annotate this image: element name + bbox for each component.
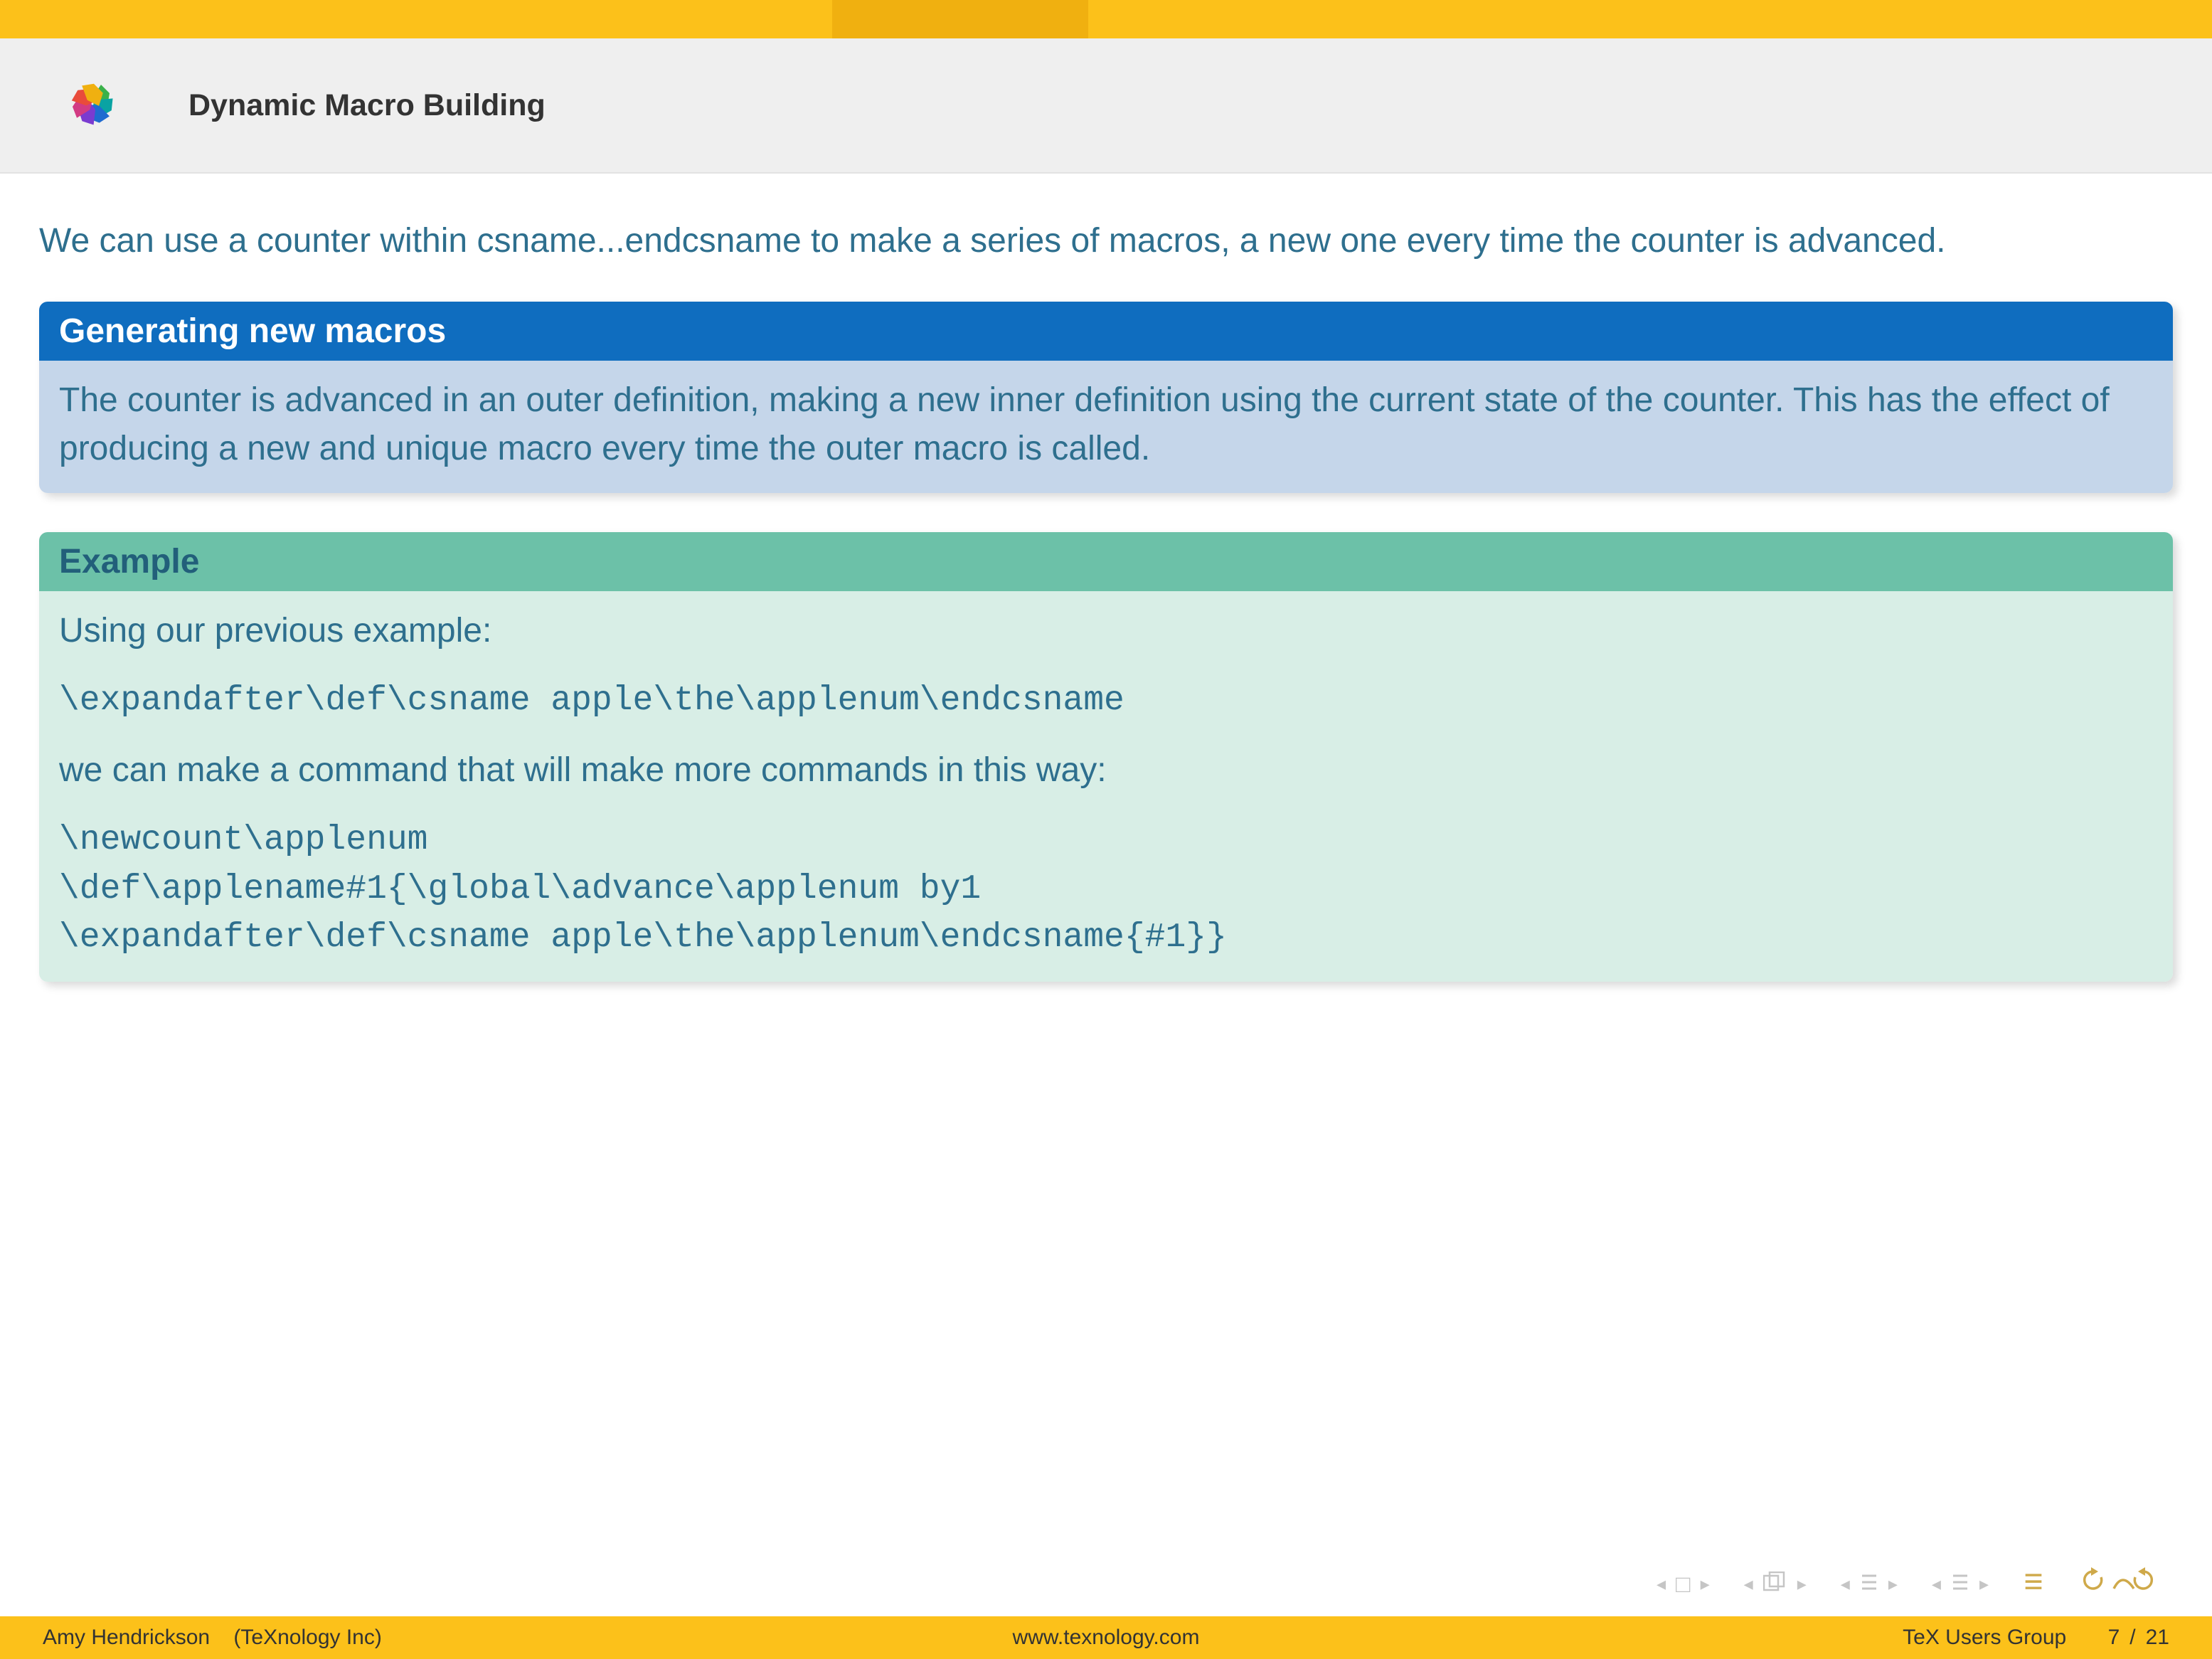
footer-right: TeX Users Group 7 / 21 (1903, 1626, 2169, 1650)
venue-name: TeX Users Group (1903, 1626, 2066, 1649)
example-line: Using our previous example: (59, 607, 2153, 655)
block-title: Example (39, 532, 2173, 591)
page-total: 21 (2146, 1626, 2169, 1650)
author-affiliation: (TeXnology Inc) (233, 1626, 381, 1649)
logo-icon (39, 51, 146, 161)
beamer-nav: ◂ □ ▸ ◂ ▸ ◂ ▸ ◂ ▸ (1657, 1564, 2157, 1604)
block-generating-macros: Generating new macros The counter is adv… (39, 302, 2173, 493)
example-line: we can make a command that will make mor… (59, 746, 2153, 795)
author-name: Amy Hendrickson (43, 1626, 210, 1649)
block-example: Example Using our previous example: \exp… (39, 532, 2173, 982)
block-body: Using our previous example: \expandafter… (39, 591, 2173, 982)
frames-icon (1763, 1571, 1787, 1597)
chevron-left-icon: ◂ (1744, 1573, 1753, 1595)
chevron-left-icon: ◂ (1657, 1573, 1666, 1595)
slide-content: We can use a counter within csname...end… (0, 174, 2212, 982)
chevron-left-icon: ◂ (1841, 1573, 1850, 1595)
chevron-right-icon: ▸ (1888, 1573, 1898, 1595)
footer-author: Amy Hendrickson (TeXnology Inc) (43, 1626, 382, 1650)
chevron-right-icon: ▸ (1797, 1573, 1807, 1595)
nav-back-forward[interactable] (2078, 1564, 2157, 1604)
nav-appendix[interactable] (2023, 1569, 2044, 1599)
page-current: 7 (2108, 1626, 2120, 1650)
code-line: \newcount\applenum (59, 816, 2153, 864)
chevron-right-icon: ▸ (1701, 1573, 1710, 1595)
footer-url: www.texnology.com (1013, 1626, 1200, 1650)
chevron-right-icon: ▸ (1979, 1573, 1989, 1595)
square-icon: □ (1676, 1572, 1691, 1596)
code-line: \expandafter\def\csname apple\the\applen… (59, 677, 2153, 725)
intro-text: We can use a counter within csname...end… (39, 216, 2173, 266)
slide-footer: Amy Hendrickson (TeXnology Inc) www.texn… (0, 1616, 2212, 1659)
block-title: Generating new macros (39, 302, 2173, 361)
progress-bar (0, 0, 2212, 38)
code-line: \expandafter\def\csname apple\the\applen… (59, 913, 2153, 962)
page-number: 7 / 21 (2108, 1626, 2169, 1650)
nav-section[interactable]: ◂ ▸ (1841, 1571, 1898, 1597)
chevron-left-icon: ◂ (1932, 1573, 1941, 1595)
lines-icon (1860, 1571, 1878, 1597)
code-line: \def\applename#1{\global\advance\applenu… (59, 865, 2153, 913)
nav-subsection[interactable]: ◂ ▸ (1932, 1571, 1989, 1597)
nav-frames[interactable]: ◂ ▸ (1744, 1571, 1807, 1597)
lines-icon (1951, 1571, 1969, 1597)
page-sep: / (2129, 1626, 2135, 1650)
page-title: Dynamic Macro Building (188, 88, 546, 123)
nav-first[interactable]: ◂ □ ▸ (1657, 1572, 1710, 1596)
block-body: The counter is advanced in an outer defi… (39, 361, 2173, 493)
slide-header: Dynamic Macro Building (0, 38, 2212, 174)
progress-marker (832, 0, 1088, 38)
